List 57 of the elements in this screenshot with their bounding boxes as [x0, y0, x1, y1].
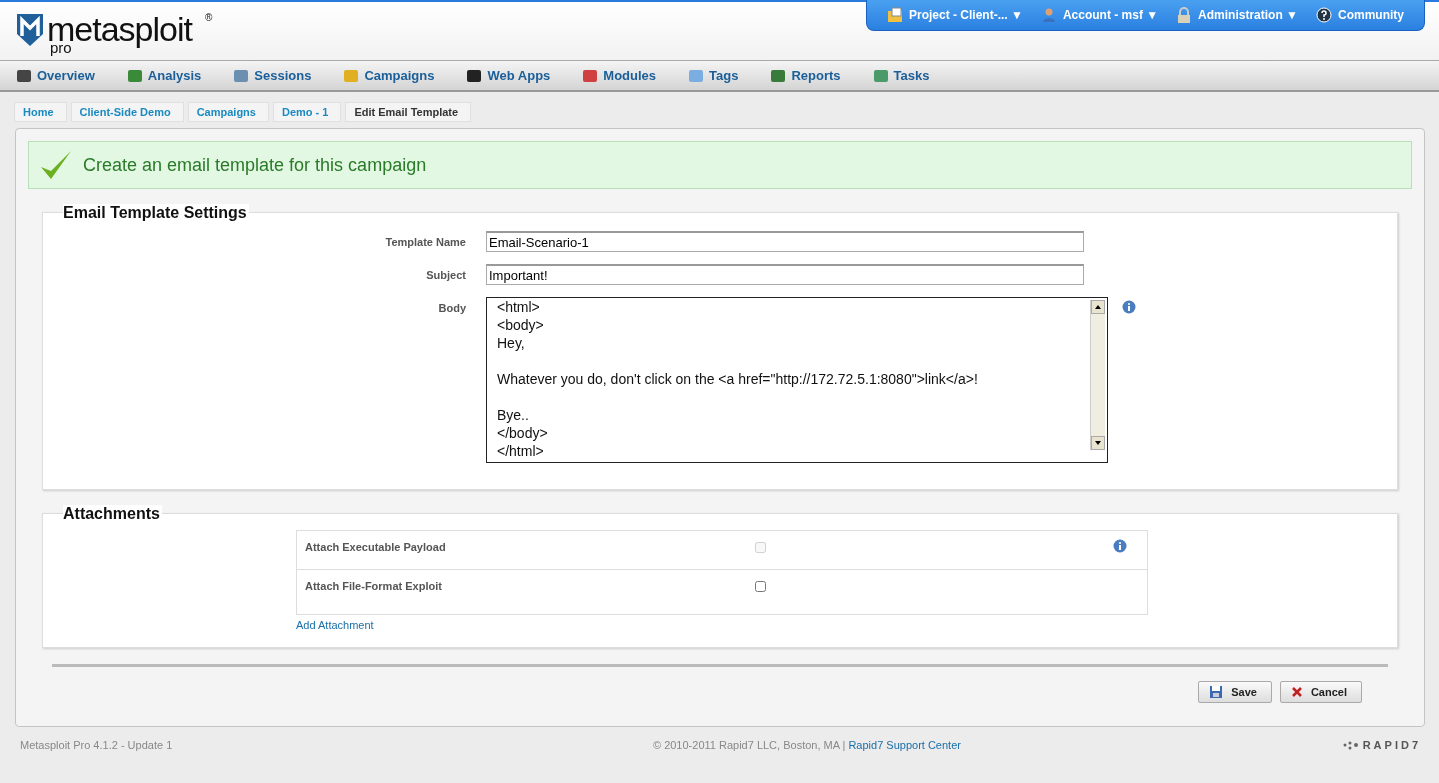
- nav-icon: [126, 68, 143, 83]
- breadcrumb-link[interactable]: Demo - 1: [272, 102, 342, 122]
- section-title: Email Template Settings: [63, 204, 249, 222]
- nav-icon: [582, 68, 599, 83]
- nav-icon: [872, 68, 889, 83]
- support-link[interactable]: Rapid7 Support Center: [848, 739, 961, 751]
- breadcrumb-link[interactable]: Client-Side Demo: [70, 102, 184, 122]
- add-attachment-link[interactable]: Add Attachment: [296, 619, 374, 631]
- nav-tab[interactable]: Modules: [582, 68, 657, 83]
- nav-icon: [466, 68, 483, 83]
- version-text: Metasploit Pro 4.1.2 - Update 1: [20, 739, 173, 751]
- nav-tab[interactable]: Reports: [770, 68, 841, 83]
- nav-icon: [233, 68, 250, 83]
- nav-tab[interactable]: Sessions: [233, 68, 312, 83]
- help-icon: [1316, 7, 1332, 23]
- scroll-down-icon[interactable]: [1091, 436, 1105, 450]
- nav-icon: [343, 68, 360, 83]
- breadcrumb-link[interactable]: Edit Email Template: [345, 102, 472, 122]
- scrollbar[interactable]: [1090, 300, 1105, 450]
- folder-icon: [887, 7, 903, 23]
- top-menu-item[interactable]: Community: [1316, 7, 1404, 23]
- nav-tab[interactable]: Tasks: [872, 68, 930, 83]
- shield-logo-icon: [15, 12, 45, 48]
- attachment-label: Attach Executable Payload: [304, 540, 447, 553]
- lock-icon: [1176, 7, 1193, 23]
- brand-wordmark: RAPID7: [1362, 739, 1421, 751]
- breadcrumb-link[interactable]: Home: [14, 102, 67, 122]
- nav-tab[interactable]: Web Apps: [466, 68, 551, 83]
- copyright-text: © 2010-2011 Rapid7 LLC, Boston, MA |: [652, 739, 846, 751]
- nav-icon: [16, 68, 32, 83]
- nav-tab[interactable]: Overview: [16, 68, 95, 83]
- field-label: Subject: [425, 268, 467, 281]
- breadcrumb-link[interactable]: Campaigns: [187, 102, 269, 122]
- save-button[interactable]: Save: [1198, 681, 1272, 703]
- top-menu-item[interactable]: Account - msf ▼: [1040, 7, 1159, 23]
- nav-icon: [688, 68, 705, 83]
- close-icon: [1290, 686, 1303, 698]
- top-menu-item[interactable]: Project - Client-... ▼: [887, 7, 1023, 23]
- body-textarea[interactable]: <html> <body> Hey, Whatever you do, don't click on the <a href="http://172.72.5.1:8080">link</a>! Bye.. </body> </html>: [486, 297, 1108, 463]
- banner-message: Create an email template for this campaign: [83, 154, 427, 176]
- user-icon: [1040, 7, 1057, 23]
- nav-tab[interactable]: Analysis: [126, 68, 202, 83]
- field-label: Template Name: [384, 235, 467, 248]
- field-label: Body: [437, 301, 467, 314]
- info-icon[interactable]: [1122, 300, 1136, 314]
- cancel-button[interactable]: Cancel: [1279, 681, 1362, 703]
- top-menu-item[interactable]: Administration ▼: [1176, 7, 1298, 23]
- attachment-label: Attach File-Format Exploit: [304, 579, 443, 592]
- registered-mark: ®: [205, 12, 213, 23]
- nav-tab[interactable]: Tags: [688, 68, 739, 83]
- dots-logo-icon: [1341, 740, 1360, 750]
- text-input-field[interactable]: Important!: [486, 264, 1084, 285]
- scroll-up-icon[interactable]: [1091, 300, 1105, 314]
- nav-tab[interactable]: Campaigns: [343, 68, 435, 83]
- attachment-checkbox[interactable]: [755, 581, 766, 592]
- nav-icon: [770, 68, 787, 83]
- text-input-field[interactable]: Email-Scenario-1: [486, 231, 1084, 252]
